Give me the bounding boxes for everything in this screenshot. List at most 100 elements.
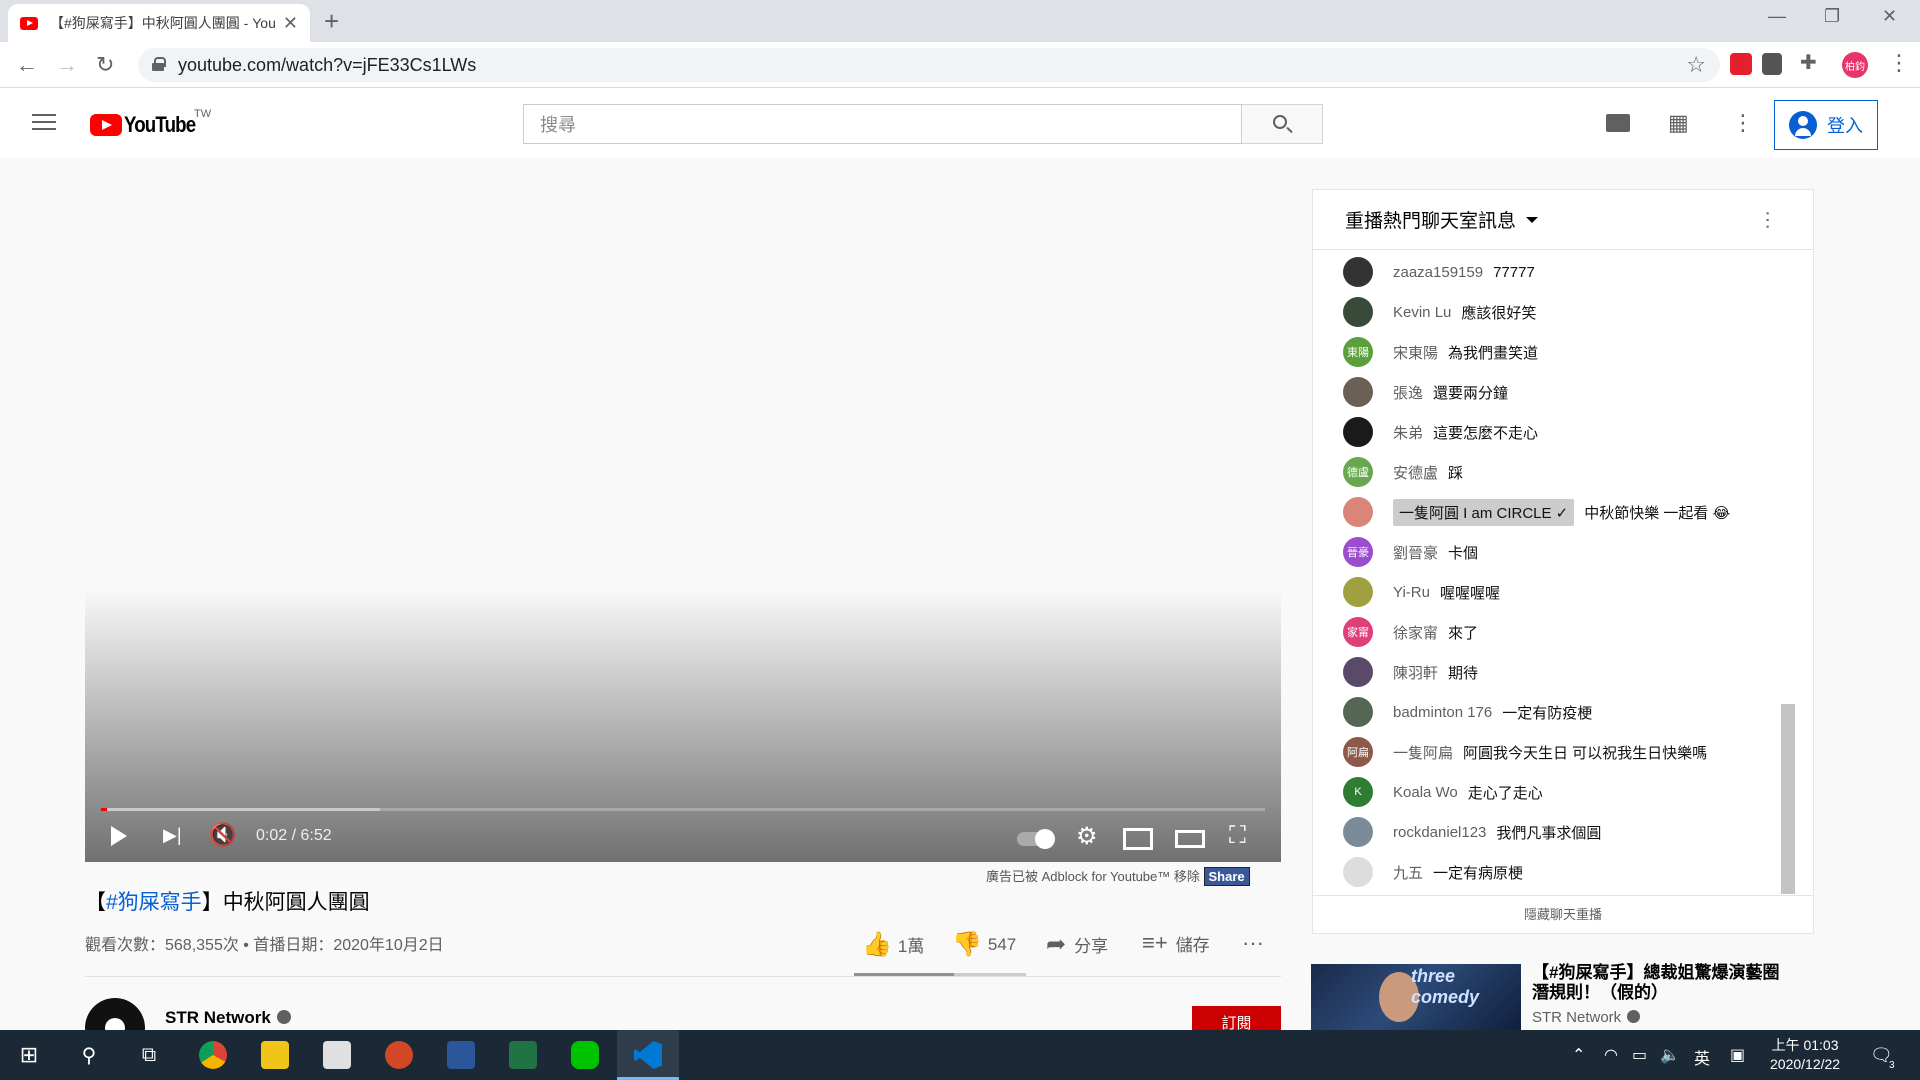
- search-input[interactable]: 搜尋: [523, 104, 1242, 144]
- volume-icon[interactable]: 🔈: [1660, 1045, 1680, 1065]
- task-view-icon[interactable]: ⧉: [122, 1030, 176, 1080]
- chat-author[interactable]: 張逸: [1393, 382, 1423, 403]
- chat-author[interactable]: 徐家甯: [1393, 622, 1438, 643]
- chat-avatar[interactable]: [1343, 857, 1373, 887]
- excel-icon[interactable]: [496, 1030, 550, 1080]
- forward-icon[interactable]: →: [56, 52, 78, 78]
- back-icon[interactable]: ←: [16, 52, 38, 78]
- chat-author[interactable]: 劉晉豪: [1393, 542, 1438, 563]
- profile-avatar[interactable]: 柏鈞: [1842, 52, 1868, 78]
- chat-avatar[interactable]: K: [1343, 777, 1373, 807]
- browser-tab[interactable]: 【#狗屎寫手】中秋阿圓人團圓 - YouTube ✕: [8, 4, 310, 42]
- chat-avatar[interactable]: 晉豪: [1343, 537, 1373, 567]
- chat-author[interactable]: 朱弟: [1393, 422, 1423, 443]
- taskbar-clock[interactable]: 上午 01:03 2020/12/22: [1770, 1036, 1840, 1074]
- chat-avatar[interactable]: [1343, 577, 1373, 607]
- chat-avatar[interactable]: 德盧: [1343, 457, 1373, 487]
- chat-scrollbar[interactable]: [1781, 704, 1795, 894]
- chat-author[interactable]: zaaza159159: [1393, 264, 1483, 281]
- chat-author[interactable]: Koala Wo: [1393, 784, 1458, 801]
- address-bar[interactable]: youtube.com/watch?v=jFE33Cs1LWs ☆: [138, 48, 1720, 82]
- hide-chat-replay-button[interactable]: 隱藏聊天重播: [1313, 895, 1813, 933]
- hamburger-menu-icon[interactable]: [32, 114, 56, 132]
- video-player[interactable]: ▶| 🔇 0:02 / 6:52 ⚙ ⛶: [85, 158, 1281, 862]
- chat-author[interactable]: 九五: [1393, 862, 1423, 883]
- restore-icon[interactable]: ❐: [1824, 6, 1840, 27]
- more-actions-icon[interactable]: ···: [1242, 930, 1264, 956]
- extension-video-icon[interactable]: [1730, 53, 1752, 75]
- chat-avatar[interactable]: [1343, 417, 1373, 447]
- windows-start-icon[interactable]: ⊞: [2, 1030, 56, 1080]
- play-button[interactable]: [111, 826, 127, 846]
- recommended-channel[interactable]: STR Network: [1532, 1009, 1641, 1026]
- chat-author[interactable]: 一隻阿扁: [1393, 742, 1453, 763]
- create-video-icon[interactable]: [1606, 114, 1630, 132]
- ime-language[interactable]: 英: [1694, 1045, 1710, 1069]
- wifi-icon[interactable]: ◠: [1604, 1045, 1618, 1065]
- chat-avatar[interactable]: 東陽: [1343, 337, 1373, 367]
- recommended-thumbnail[interactable]: three comedy: [1311, 964, 1521, 1034]
- chat-avatar[interactable]: [1343, 817, 1373, 847]
- file-explorer-icon[interactable]: [248, 1030, 302, 1080]
- chat-author[interactable]: 安德盧: [1393, 462, 1438, 483]
- chat-avatar[interactable]: 阿扁: [1343, 737, 1373, 767]
- chat-author[interactable]: rockdaniel123: [1393, 824, 1486, 841]
- search-icon[interactable]: ⚲: [62, 1030, 116, 1080]
- powerpoint-icon[interactable]: [372, 1030, 426, 1080]
- mute-icon[interactable]: 🔇: [209, 822, 236, 848]
- settings-more-icon[interactable]: ⋮: [1732, 110, 1754, 136]
- chat-avatar[interactable]: [1343, 377, 1373, 407]
- chat-avatar[interactable]: [1343, 657, 1373, 687]
- vscode-taskbar-item[interactable]: [617, 1030, 679, 1080]
- chat-author[interactable]: badminton 176: [1393, 704, 1492, 721]
- next-button-icon[interactable]: ▶|: [163, 825, 182, 846]
- bookmark-star-icon[interactable]: ☆: [1686, 52, 1706, 78]
- like-button[interactable]: 👍 1萬: [862, 930, 924, 959]
- chat-more-icon[interactable]: ···: [1756, 210, 1779, 230]
- channel-name[interactable]: STR Network: [165, 1008, 291, 1028]
- apps-grid-icon[interactable]: ▦: [1668, 110, 1689, 136]
- ime-mode-icon[interactable]: ▣: [1730, 1045, 1745, 1065]
- minimize-icon[interactable]: —: [1768, 6, 1786, 27]
- chat-avatar[interactable]: [1343, 497, 1373, 527]
- share-button[interactable]: ➦ 分享: [1046, 930, 1108, 959]
- title-hashtag-link[interactable]: #狗屎寫手: [106, 891, 202, 914]
- autoplay-toggle[interactable]: [1017, 829, 1055, 849]
- chat-author[interactable]: Yi-Ru: [1393, 584, 1430, 601]
- chat-header[interactable]: 重播熱門聊天室訊息 ···: [1313, 190, 1813, 250]
- sign-in-button[interactable]: 登入: [1774, 100, 1878, 150]
- fullscreen-icon[interactable]: ⛶: [1229, 822, 1246, 850]
- window-close-icon[interactable]: ✕: [1882, 6, 1897, 27]
- youtube-logo[interactable]: YouTube TW: [90, 108, 211, 138]
- store-icon[interactable]: [310, 1030, 364, 1080]
- chat-author[interactable]: 陳羽軒: [1393, 662, 1438, 683]
- extension-n-icon[interactable]: [1762, 53, 1782, 75]
- reload-icon[interactable]: ↻: [96, 52, 114, 78]
- line-app-icon[interactable]: [558, 1030, 612, 1080]
- extensions-puzzle-icon[interactable]: ✚: [1800, 50, 1822, 74]
- theater-mode-icon[interactable]: [1175, 830, 1205, 848]
- search-button[interactable]: [1242, 104, 1323, 144]
- chat-avatar[interactable]: [1343, 257, 1373, 287]
- chat-avatar[interactable]: [1343, 297, 1373, 327]
- dislike-button[interactable]: 👎 547: [952, 930, 1016, 959]
- battery-icon[interactable]: ▭: [1632, 1045, 1647, 1065]
- recommended-title[interactable]: 【#狗屎寫手】總裁姐驚爆演藝圈潛規則！（假的）: [1532, 963, 1792, 1003]
- miniplayer-icon[interactable]: [1123, 828, 1153, 850]
- chat-avatar[interactable]: 家甯: [1343, 617, 1373, 647]
- chrome-taskbar-icon[interactable]: [186, 1030, 240, 1080]
- new-tab-button[interactable]: +: [324, 6, 339, 37]
- close-tab-icon[interactable]: ✕: [283, 13, 298, 34]
- settings-gear-icon[interactable]: ⚙: [1076, 822, 1098, 851]
- tab-title: 【#狗屎寫手】中秋阿圓人團圓 - YouTube: [50, 15, 275, 31]
- tray-chevron-icon[interactable]: ⌃: [1572, 1045, 1585, 1065]
- adblock-share-button[interactable]: Share: [1203, 867, 1250, 886]
- chat-author[interactable]: 一隻阿圓 I am CIRCLE ✓: [1393, 498, 1575, 526]
- progress-bar[interactable]: [101, 808, 1265, 811]
- chat-author[interactable]: Kevin Lu: [1393, 304, 1451, 321]
- chat-author[interactable]: 宋東陽: [1393, 342, 1438, 363]
- browser-menu-icon[interactable]: ⋮: [1888, 50, 1910, 76]
- word-icon[interactable]: [434, 1030, 488, 1080]
- chat-avatar[interactable]: [1343, 697, 1373, 727]
- save-button[interactable]: ≡+ 儲存: [1142, 930, 1210, 956]
